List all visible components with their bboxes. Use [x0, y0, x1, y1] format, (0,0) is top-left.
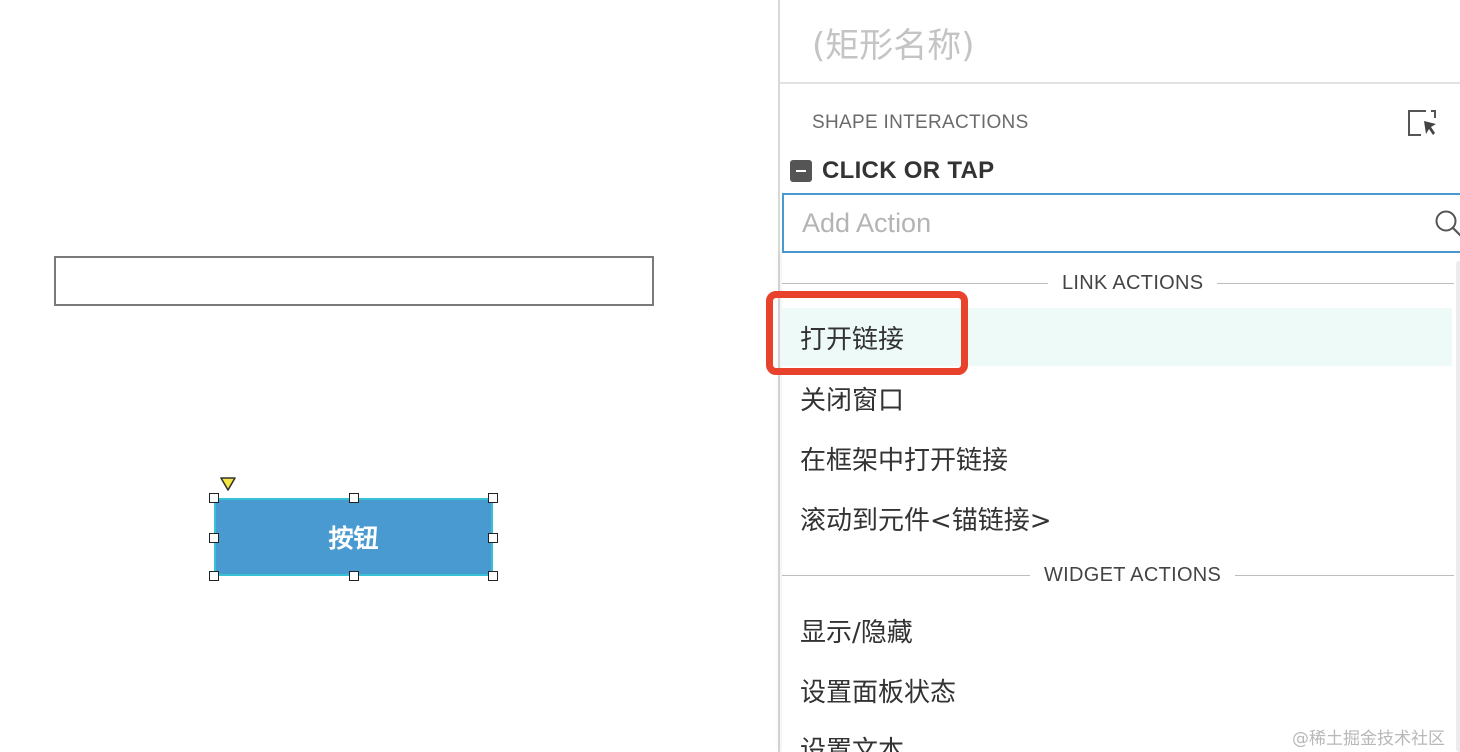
- interactions-panel: (矩形名称) SHAPE INTERACTIONS CLICK OR TAP L…: [778, 0, 1460, 752]
- triangle-anchor-icon[interactable]: [219, 476, 237, 492]
- expand-panel-icon[interactable]: [1406, 108, 1438, 138]
- resize-handle-bottom-left[interactable]: [209, 571, 219, 581]
- button-widget-label: 按钮: [328, 524, 379, 553]
- resize-handle-top-left[interactable]: [209, 493, 219, 503]
- group-header-link-actions: LINK ACTIONS: [782, 271, 1454, 295]
- event-label: CLICK OR TAP: [822, 157, 995, 184]
- section-title: SHAPE INTERACTIONS: [812, 112, 1029, 133]
- add-action-input[interactable]: [802, 195, 1402, 251]
- group-header-widget-actions: WIDGET ACTIONS: [782, 563, 1454, 587]
- action-item-close-window[interactable]: 关闭窗口: [782, 369, 1452, 427]
- event-click-or-tap[interactable]: CLICK OR TAP: [790, 156, 994, 186]
- action-dropdown: LINK ACTIONS 打开链接 关闭窗口 在框架中打开链接 滚动到元件<锚链…: [782, 253, 1460, 752]
- app-root: 按钮 (矩形名称) SHAPE INTERACTIONS CLICK OR TA…: [0, 0, 1460, 752]
- resize-handle-middle-left[interactable]: [209, 533, 219, 543]
- action-item-set-panel-state[interactable]: 设置面板状态: [782, 661, 1452, 719]
- add-action-search[interactable]: [782, 193, 1460, 253]
- panel-divider: [780, 82, 1460, 84]
- action-item-show-hide[interactable]: 显示/隐藏: [782, 601, 1452, 659]
- shape-name-field[interactable]: (矩形名称): [812, 18, 975, 67]
- text-field-widget[interactable]: [54, 256, 654, 306]
- resize-handle-top-right[interactable]: [488, 493, 498, 503]
- resize-handle-bottom-right[interactable]: [488, 571, 498, 581]
- action-item-open-link[interactable]: 打开链接: [782, 308, 1452, 366]
- watermark: @稀土掘金技术社区: [1292, 729, 1445, 749]
- resize-handle-bottom-center[interactable]: [349, 571, 359, 581]
- action-item-open-link-in-frame[interactable]: 在框架中打开链接: [782, 429, 1452, 487]
- button-widget[interactable]: 按钮: [214, 498, 493, 576]
- dropdown-scrollbar[interactable]: [1456, 261, 1460, 752]
- design-canvas[interactable]: 按钮: [0, 0, 779, 752]
- action-item-scroll-to-widget[interactable]: 滚动到元件<锚链接>: [782, 489, 1452, 547]
- search-icon[interactable]: [1434, 209, 1460, 239]
- collapse-minus-icon[interactable]: [790, 160, 812, 182]
- resize-handle-top-center[interactable]: [349, 493, 359, 503]
- resize-handle-middle-right[interactable]: [488, 533, 498, 543]
